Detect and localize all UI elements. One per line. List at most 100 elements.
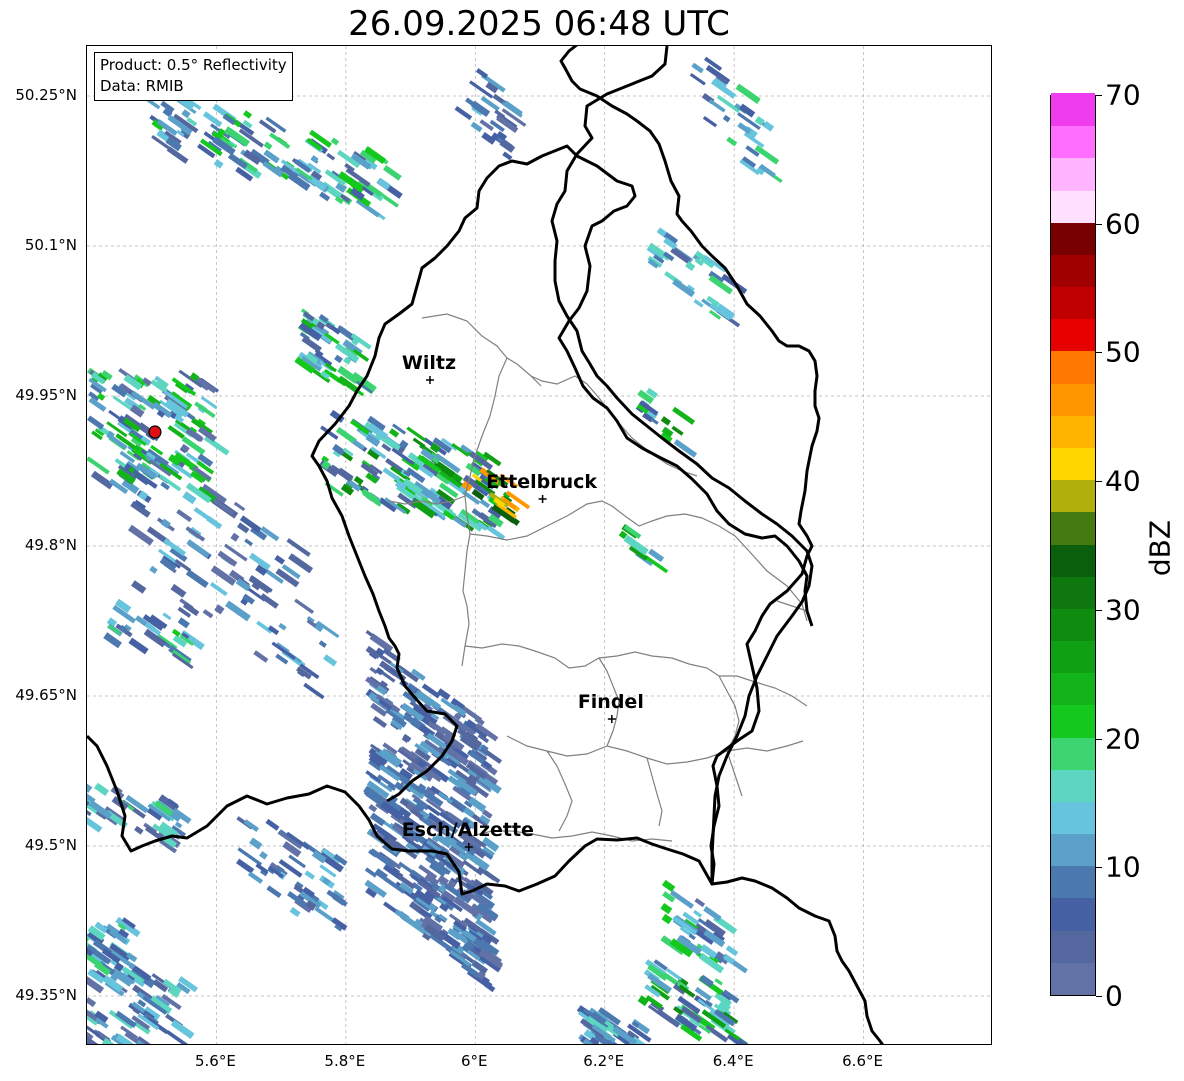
echo-cell [722,114,731,123]
colorbar-segment [1051,415,1095,448]
echo-cell [185,526,206,542]
colorbar-segment [1051,576,1095,609]
echo-cell [714,978,723,986]
colorbar-segment [1051,189,1095,223]
map-title: 26.09.2025 06:48 UTC [348,4,730,44]
echo-cell [661,879,676,892]
echo-cell [214,604,225,615]
colorbar-segment [1051,672,1095,706]
echo-cell [691,62,704,74]
echo-cell [671,425,684,436]
echo-cell [269,132,291,150]
echo-cell [249,837,263,850]
colorbar-tick-label: 70 [1105,78,1141,112]
colorbar-segment [1051,479,1095,513]
echo-cell [87,456,110,475]
city-label: Findel [577,691,644,713]
echo-cell [318,640,327,648]
product-info-box: Product: 0.5° Reflectivity Data: RMIB [94,52,293,101]
echo-cell [672,406,696,425]
lon-tick-label: 5.8°E [324,1052,366,1070]
echo-cell [162,612,172,621]
colorbar-tick-mark [1096,867,1102,869]
city-label: Ettelbruck [486,471,598,493]
echo-cell [259,593,279,609]
colorbar-tick-mark [1096,223,1102,225]
colorbar-segment [1051,962,1095,995]
echo-cell [244,538,253,547]
city-label: Esch/Alzette [401,819,534,841]
lat-tick-label: 49.95°N [15,386,77,404]
echo-cell [372,716,388,729]
echo-cell [90,470,114,490]
colorbar-segment [1051,801,1095,835]
colorbar-tick-mark [1096,609,1102,611]
colorbar-label: dBZ [1143,519,1177,577]
echo-cell [131,580,147,594]
colorbar-tick-mark [1096,352,1102,354]
colorbar-segment [1051,704,1095,738]
colorbar [1050,93,1096,996]
echo-cell [128,637,149,655]
echo-cell [265,818,280,831]
colorbar-tick-mark [1096,996,1102,997]
echo-cell [394,909,419,929]
echo-cell [289,907,301,918]
echo-cell [502,151,513,161]
echo-cell [703,906,722,922]
echo-cell [87,815,103,833]
echo-cell [319,191,331,202]
colorbar-segment [1051,865,1095,899]
lon-tick-label: 5.6°E [195,1052,236,1070]
lon-tick-label: 6.4°E [712,1052,754,1070]
lat-tick-label: 49.5°N [24,836,77,854]
echo-cell [266,885,282,899]
echo-cell [660,902,673,915]
graticule [87,46,991,1044]
colorbar-segment [1051,769,1095,802]
echo-cell [247,871,264,884]
echo-cell [177,617,190,629]
colorbar-segment [1051,511,1095,545]
colorbar-segment [1051,897,1095,931]
data-source-label: Data: RMIB [100,77,184,95]
echo-cell [762,121,775,132]
colorbar-tick-label: 10 [1105,850,1141,884]
echo-cell [259,851,268,860]
lon-tick-label: 6.2°E [583,1052,625,1070]
colorbar-tick-mark [1096,738,1102,740]
colorbar-segment [1051,833,1095,867]
echo-cell [235,858,255,874]
echo-cell [735,83,761,104]
echo-cell [96,392,106,401]
echo-cell [660,416,672,426]
echo-cell [304,870,316,880]
echo-cell [693,909,703,918]
echo-cell [233,501,246,512]
echo-cell [202,609,214,619]
echo-cell [294,598,315,614]
echo-cell [243,110,253,119]
echo-cell [87,997,97,1008]
echo-cell [108,409,121,420]
colorbar-segment [1051,350,1095,384]
colorbar-tick-mark [1096,481,1102,483]
echo-cell [726,136,738,147]
colorbar-tick-mark [1096,95,1102,96]
echo-cell [134,825,144,835]
echo-cell [87,777,93,793]
echo-cell [382,165,402,181]
echo-cell [689,73,706,86]
colorbar-tick-label: 60 [1105,207,1141,241]
echo-cell [286,538,311,557]
colorbar-segment [1051,318,1095,352]
colorbar-segment [1051,608,1095,642]
echo-cell [167,425,185,439]
colorbar-segment [1051,125,1095,159]
echo-cell [326,152,336,161]
lat-tick-label: 49.35°N [15,986,77,1004]
echo-cell [87,415,105,430]
lat-tick-label: 49.65°N [15,686,77,704]
echo-cell [401,734,411,743]
echo-cell [149,565,158,574]
